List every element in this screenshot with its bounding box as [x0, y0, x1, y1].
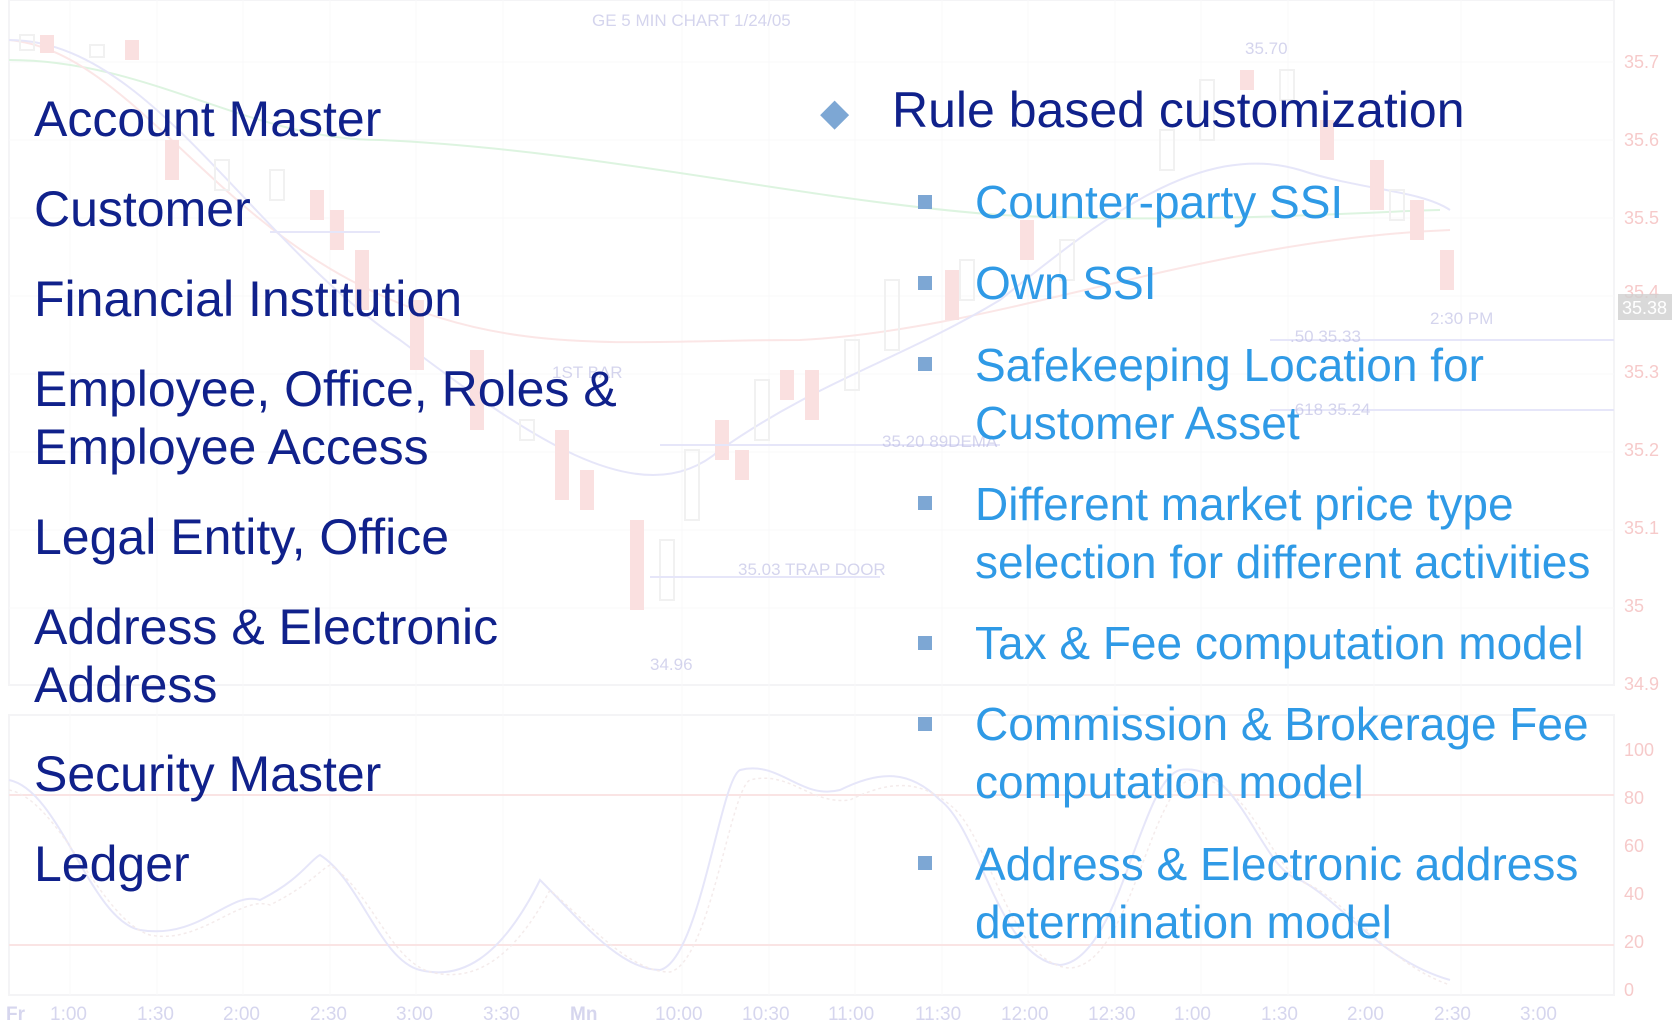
time-label: 1:00	[50, 1004, 87, 1025]
annotation: 34.96	[650, 655, 693, 674]
time-label: Mn	[570, 1004, 597, 1025]
square-bullet-icon	[918, 636, 932, 650]
time-label: 2:00	[223, 1004, 260, 1025]
time-label: 1:00	[1174, 1004, 1211, 1025]
price-label: 35.6	[1624, 130, 1659, 150]
list-item: Own SSI	[975, 257, 1157, 309]
time-label: 1:30	[137, 1004, 174, 1025]
list-item: Address & Electronic address determinati…	[975, 838, 1579, 948]
list-item: Legal Entity, Office	[34, 509, 450, 565]
time-label: 11:30	[915, 1004, 961, 1025]
time-label: 2:30	[1434, 1004, 1471, 1025]
time-label: 3:00	[396, 1004, 433, 1025]
price-label: 34.9	[1624, 674, 1659, 694]
list-item: Safekeeping Location for Customer Asset	[975, 339, 1484, 449]
price-label: 35.7	[1624, 52, 1659, 72]
time-label: 11:00	[828, 1004, 874, 1025]
list-item: Account Master	[34, 91, 382, 147]
price-label: 35	[1624, 596, 1644, 616]
square-bullet-icon	[918, 856, 932, 870]
time-label: 12:00	[1001, 1004, 1049, 1025]
annotation: 35.70	[1245, 39, 1288, 58]
section-heading: Rule based customization	[892, 82, 1465, 138]
current-price-label: 35.38	[1622, 298, 1667, 318]
list-item: Ledger	[34, 836, 190, 892]
list-item: Commission & Brokerage Fee computation m…	[975, 698, 1589, 808]
list-item: Customer	[34, 181, 251, 237]
diamond-bullet-icon: ◆	[820, 92, 850, 134]
list-item: Different market price type selection fo…	[975, 478, 1591, 588]
price-label: 35.3	[1624, 362, 1659, 382]
time-label: 3:30	[483, 1004, 520, 1025]
time-label: 12:30	[1088, 1004, 1136, 1025]
square-bullet-icon	[918, 496, 932, 510]
square-bullet-icon	[918, 195, 932, 209]
list-item: Employee, Office, Roles & Employee Acces…	[34, 361, 617, 475]
list-item: Financial Institution	[34, 271, 463, 327]
annotation: 2:30 PM	[1430, 309, 1493, 328]
annotation: 35.03 TRAP DOOR	[738, 560, 886, 579]
list-item: Tax & Fee computation model	[975, 617, 1584, 669]
osc-label: 0	[1624, 980, 1634, 1000]
list-item: Address & Electronic Address	[34, 599, 499, 713]
time-label: Fr	[6, 1004, 26, 1025]
time-label: 3:00	[1520, 1004, 1557, 1025]
square-bullet-icon	[918, 357, 932, 371]
price-label: 35.2	[1624, 440, 1659, 460]
time-label: 10:30	[742, 1004, 790, 1025]
time-label: 10:00	[655, 1004, 703, 1025]
time-label: 1:30	[1261, 1004, 1298, 1025]
square-bullet-icon	[918, 276, 932, 290]
list-item: Counter-party SSI	[975, 176, 1344, 228]
square-bullet-icon	[918, 717, 932, 731]
chart-title: GE 5 MIN CHART 1/24/05	[592, 11, 791, 30]
time-label: 2:00	[1347, 1004, 1384, 1025]
list-item: Security Master	[34, 746, 382, 802]
time-label: 2:30	[310, 1004, 347, 1025]
price-label: 35.5	[1624, 208, 1659, 228]
